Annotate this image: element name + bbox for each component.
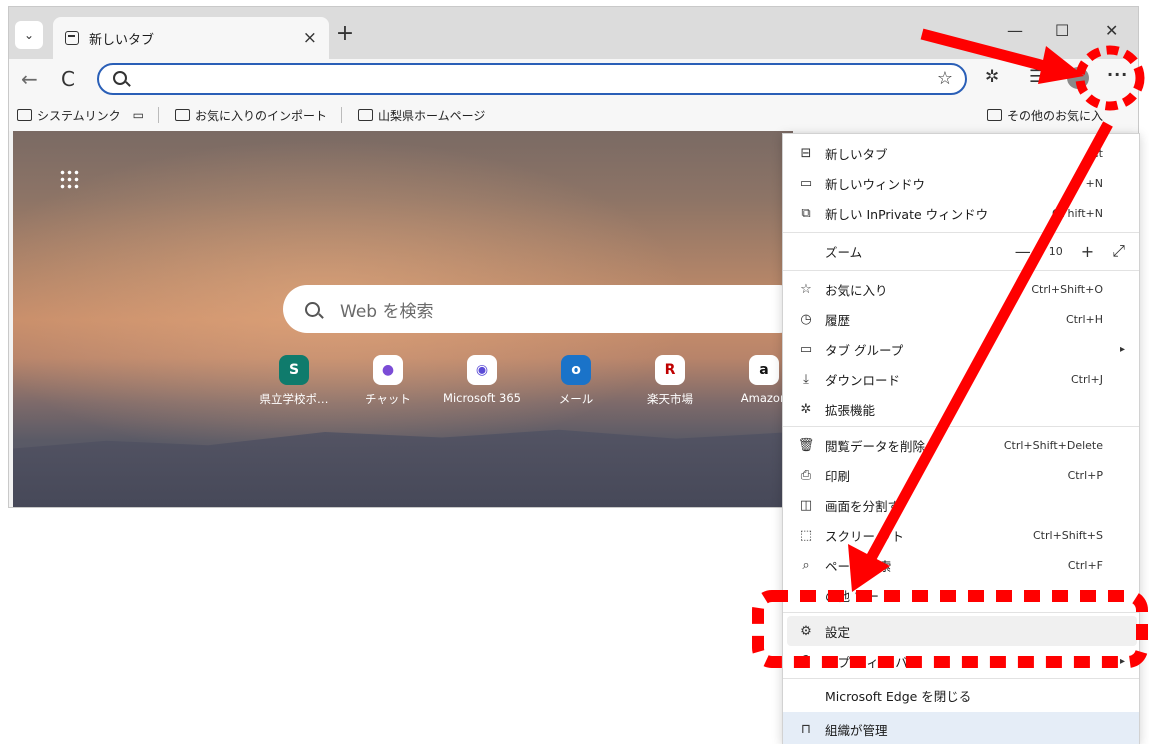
- menu-item-find[interactable]: ⌕ ページ内 索 Ctrl+F: [783, 550, 1139, 580]
- menu-item-split-screen[interactable]: ◫ 画面を分割す: [783, 490, 1139, 520]
- tab-group-icon: ▭: [799, 341, 813, 357]
- amazon-icon: a: [749, 355, 779, 385]
- favorites-icon[interactable]: ☰: [1029, 67, 1044, 87]
- menu-item-clear-data[interactable]: 🗑 閲覧データを削除 Ctrl+Shift+Delete: [783, 430, 1139, 460]
- search-icon: [305, 301, 320, 317]
- menu-item-downloads[interactable]: ⤓ ダウンロード Ctrl+J: [783, 364, 1139, 394]
- address-bar[interactable]: ☆: [97, 63, 967, 95]
- quick-link-tile[interactable]: ◉ Microsoft 365: [437, 355, 527, 405]
- minimize-button[interactable]: —: [1007, 21, 1023, 40]
- refresh-button[interactable]: C: [61, 67, 75, 91]
- split-screen-icon: ◫: [799, 497, 813, 513]
- zoom-value: 10: [1048, 244, 1063, 258]
- menu-item-screenshot[interactable]: ⬚ スクリー ット Ctrl+Shift+S: [783, 520, 1139, 550]
- quick-link-tile[interactable]: o メール: [531, 355, 621, 407]
- download-icon: ⤓: [803, 371, 809, 387]
- quick-link-tile[interactable]: S 県立学校ポ…: [249, 355, 339, 407]
- tab-title: 新しいタブ: [89, 32, 155, 48]
- menu-item-help[interactable]: ? ルプ フィー バ ▸: [783, 646, 1139, 676]
- menu-item-print[interactable]: ⎙ 印刷 Ctrl+P: [783, 460, 1139, 490]
- trash-icon: 🗑: [797, 437, 815, 453]
- settings-and-more-menu: ⊟ 新しいタブ Ct ▭ 新しいウィンドウ +N ⧉ 新しい InPrivate…: [782, 133, 1140, 744]
- new-tab-button[interactable]: +: [333, 21, 357, 46]
- fav-item-yamanashi[interactable]: 山梨県ホームページ: [358, 107, 485, 124]
- new-tab-icon: [65, 31, 79, 45]
- new-tab-page: Web を検索 S 県立学校ポ… ● チャット ◉ Microsoft 365 …: [13, 131, 793, 507]
- tab-new-tab[interactable]: 新しいタブ ×: [53, 17, 329, 59]
- chevron-right-icon: ▸: [1119, 655, 1125, 667]
- chevron-right-icon: ▸: [1119, 343, 1125, 355]
- menu-item-settings[interactable]: ⚙ 設定: [787, 616, 1137, 646]
- avatar[interactable]: [1067, 67, 1089, 89]
- inprivate-icon: ⧉: [801, 205, 811, 221]
- menu-item-history[interactable]: ◷ 履歴 Ctrl+H: [783, 304, 1139, 334]
- fav-other[interactable]: その他のお気に入: [987, 99, 1103, 131]
- chevron-down-icon: ⌄: [23, 28, 35, 42]
- fullscreen-icon[interactable]: ⤢: [1112, 241, 1125, 261]
- outlook-icon: o: [561, 355, 591, 385]
- history-icon: ◷: [800, 311, 812, 327]
- menu-item-zoom: ズーム — 10 + ⤢: [825, 241, 1125, 261]
- zoom-in-button[interactable]: +: [1081, 242, 1094, 261]
- favorites-icon: ☆: [800, 281, 812, 297]
- import-folder-icon: [175, 109, 190, 121]
- maximize-button[interactable]: ☐: [1055, 21, 1069, 40]
- print-icon: ⎙: [800, 467, 812, 483]
- folder-icon: [358, 109, 374, 121]
- microsoft365-icon: ◉: [467, 355, 497, 385]
- menu-item-new-inprivate[interactable]: ⧉ 新しい InPrivate ウィンドウ Ct hift+N: [783, 198, 1139, 228]
- quick-link-tile[interactable]: ● チャット: [343, 355, 433, 407]
- menu-item-extensions[interactable]: ✲ 拡張機能: [783, 394, 1139, 424]
- window-icon: ▭: [799, 175, 813, 191]
- screenshot-icon: ⬚: [799, 527, 813, 543]
- sharepoint-icon: S: [279, 355, 309, 385]
- menu-item-managed[interactable]: ⊓ 組織が管理: [783, 712, 1139, 744]
- extensions-icon: ✲: [800, 401, 812, 417]
- title-bar: ⌄ 新しいタブ × + — ☐ ✕: [9, 7, 1138, 59]
- menu-item-new-tab[interactable]: ⊟ 新しいタブ Ct: [783, 138, 1139, 168]
- settings-and-more-button[interactable]: ···: [1107, 65, 1128, 84]
- menu-item-new-window[interactable]: ▭ 新しいウィンドウ +N: [783, 168, 1139, 198]
- folder-icon: [987, 109, 1002, 121]
- fav-item-system-link[interactable]: システムリンク: [17, 107, 121, 124]
- briefcase-icon: ⊓: [800, 721, 812, 737]
- menu-item-close-edge[interactable]: Microsoft Edge を閉じる: [783, 680, 1139, 710]
- menu-item-other-tools[interactable]: の他 ツー: [783, 580, 1139, 610]
- extensions-icon[interactable]: ✲: [985, 67, 999, 87]
- back-button[interactable]: ←: [21, 67, 38, 91]
- find-icon: ⌕: [802, 557, 810, 573]
- apps-grid-icon[interactable]: [59, 169, 79, 189]
- fav-item-import[interactable]: お気に入りのインポート: [175, 107, 327, 124]
- rakuten-icon: R: [655, 355, 685, 385]
- help-icon: ?: [802, 653, 810, 669]
- toolbar: ← C ☆ ✲ ☰ ···: [9, 59, 1138, 99]
- favorite-star-icon[interactable]: ☆: [937, 68, 953, 89]
- copilot-icon: ●: [373, 355, 403, 385]
- folder-icon: [17, 109, 32, 121]
- menu-item-tab-groups[interactable]: ▭ タブ グループ ▸: [783, 334, 1139, 364]
- menu-item-favorites[interactable]: ☆ お気に入り Ctrl+Shift+O: [783, 274, 1139, 304]
- quick-link-tile[interactable]: R 楽天市場: [625, 355, 715, 407]
- search-icon: [113, 71, 127, 85]
- close-window-button[interactable]: ✕: [1105, 21, 1118, 40]
- tab-close-button[interactable]: ×: [303, 28, 317, 48]
- web-search-input[interactable]: Web を検索: [283, 285, 793, 333]
- tab-group-icon[interactable]: ▭: [133, 108, 144, 122]
- gear-icon: ⚙: [800, 623, 812, 639]
- new-tab-icon: ⊟: [800, 145, 812, 161]
- favorites-bar: システムリンク ▭ お気に入りのインポート 山梨県ホームページ その他のお気に入: [9, 99, 1138, 131]
- tab-actions-button[interactable]: ⌄: [15, 21, 43, 49]
- zoom-out-button[interactable]: —: [1015, 242, 1031, 261]
